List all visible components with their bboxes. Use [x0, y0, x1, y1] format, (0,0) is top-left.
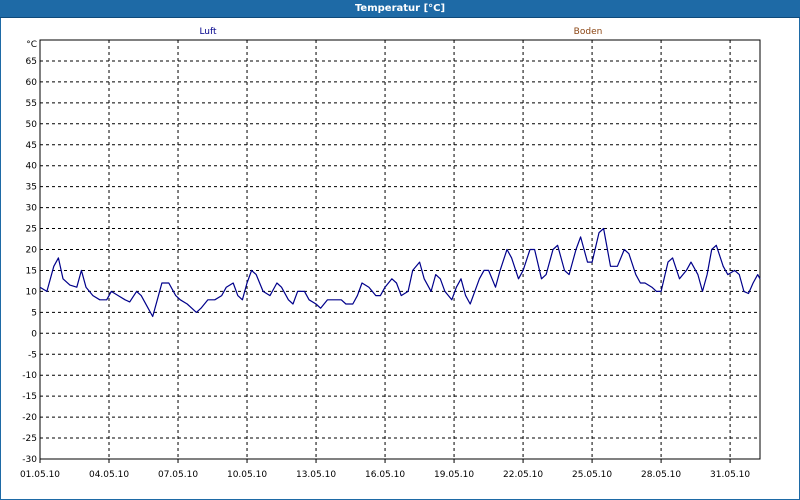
temperature-chart: 65605550454035302520151050-5-10-15-20-25… — [20, 27, 761, 480]
y-tick-label: -20 — [22, 413, 37, 423]
x-tick-label: 07.05.10 — [158, 470, 198, 480]
y-tick-label: -15 — [22, 392, 37, 402]
legend-entry-boden: Boden — [574, 27, 603, 37]
x-tick-label: 10.05.10 — [227, 470, 267, 480]
y-tick-label: 20 — [26, 246, 38, 256]
y-tick-label: 40 — [26, 162, 38, 172]
x-tick-label: 19.05.10 — [434, 470, 474, 480]
y-tick-label: 50 — [26, 120, 38, 130]
x-tick-label: 01.05.10 — [20, 470, 60, 480]
y-tick-label: 60 — [26, 78, 38, 88]
x-tick-label: 25.05.10 — [572, 470, 612, 480]
y-tick-label: 0 — [31, 329, 37, 339]
x-tick-label: 16.05.10 — [365, 470, 405, 480]
y-tick-label: 25 — [26, 225, 37, 235]
legend-entry-luft: Luft — [199, 27, 217, 37]
y-tick-label: -5 — [28, 350, 37, 360]
y-tick-label: 5 — [31, 308, 37, 318]
y-tick-label: 35 — [26, 183, 37, 193]
x-tick-label: 04.05.10 — [89, 470, 129, 480]
y-axis-label: °C — [26, 40, 37, 50]
x-tick-label: 13.05.10 — [296, 470, 336, 480]
y-tick-label: 10 — [26, 287, 38, 297]
y-tick-label: 55 — [26, 99, 37, 109]
y-tick-label: -10 — [22, 371, 37, 381]
y-tick-label: 65 — [26, 57, 37, 67]
x-tick-label: 28.05.10 — [641, 470, 681, 480]
y-tick-label: -30 — [22, 455, 37, 465]
x-tick-label: 22.05.10 — [503, 470, 543, 480]
y-tick-label: -25 — [22, 434, 37, 444]
y-tick-label: 30 — [26, 204, 38, 214]
x-tick-label: 31.05.10 — [710, 470, 750, 480]
y-tick-label: 15 — [26, 266, 37, 276]
y-tick-label: 45 — [26, 141, 37, 151]
